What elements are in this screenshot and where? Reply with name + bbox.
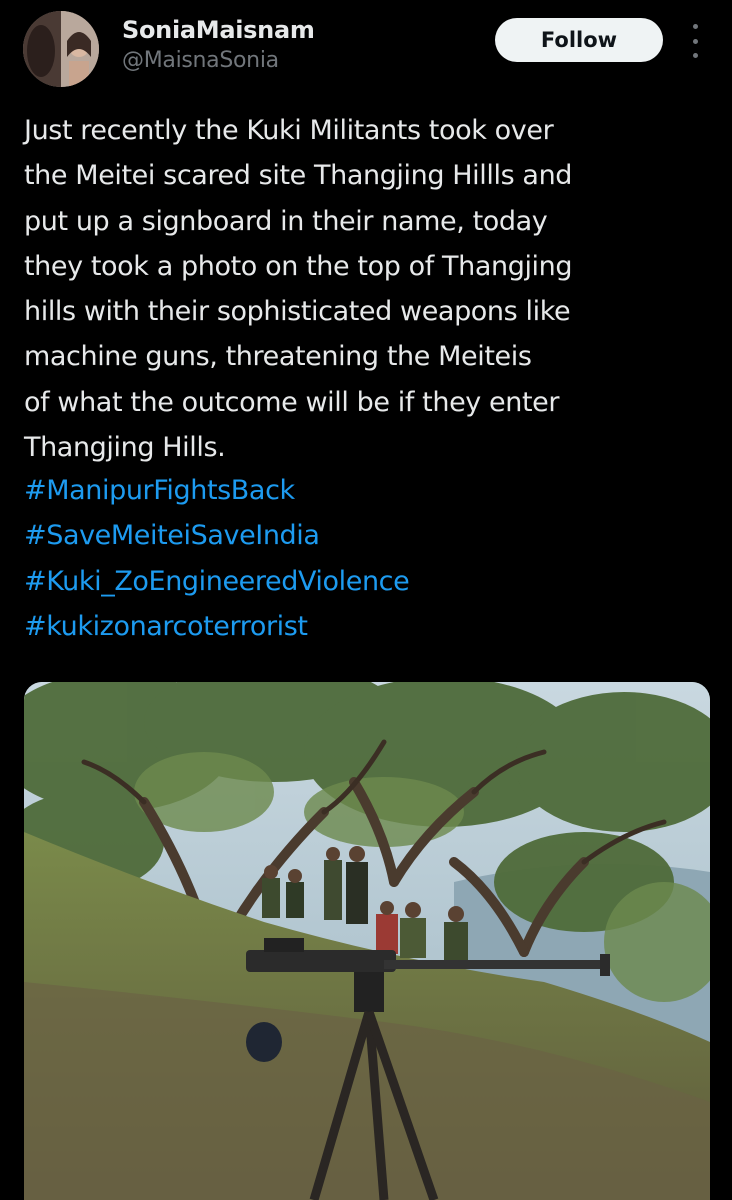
hashtag-link[interactable]: #ManipurFightsBack	[24, 468, 714, 513]
tweet-header: SoniaMaisnam @MaisnaSonia Follow	[0, 0, 732, 100]
tweet-text: Just recently the Kuki Militants took ov…	[24, 115, 573, 464]
more-vertical-icon[interactable]	[684, 24, 706, 58]
hashtag-link[interactable]: #kukizonarcoterrorist	[24, 604, 714, 649]
follow-button[interactable]: Follow	[495, 18, 663, 62]
author-names: SoniaMaisnam @MaisnaSonia	[122, 14, 315, 76]
user-handle[interactable]: @MaisnaSonia	[122, 46, 315, 76]
display-name[interactable]: SoniaMaisnam	[122, 14, 315, 46]
hashtag-link[interactable]: #SaveMeiteiSaveIndia	[24, 513, 714, 558]
hashtag-link[interactable]: #Kuki_ZoEngineeredViolence	[24, 559, 714, 604]
avatar[interactable]	[23, 11, 99, 87]
tweet-photo[interactable]	[24, 682, 710, 1200]
hashtag-list: #ManipurFightsBack #SaveMeiteiSaveIndia …	[24, 468, 714, 649]
